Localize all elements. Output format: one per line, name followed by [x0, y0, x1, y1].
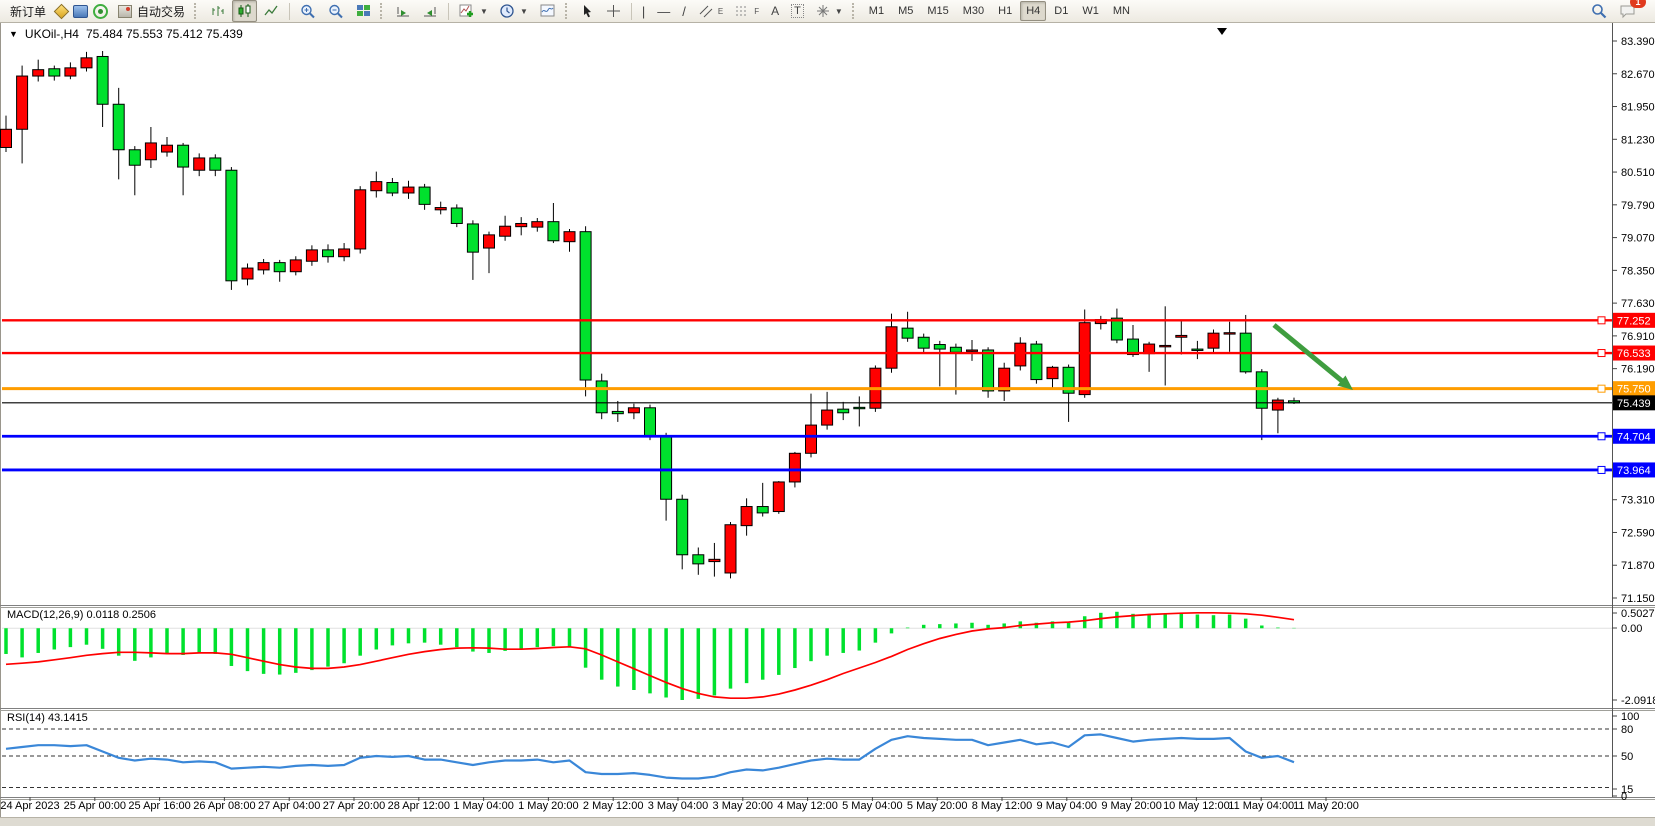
svg-text:79.070: 79.070 — [1621, 233, 1655, 245]
rsi-label: RSI(14) 43.1415 — [7, 712, 88, 724]
svg-text:0.5027: 0.5027 — [1621, 608, 1655, 620]
svg-text:10 May 12:00: 10 May 12:00 — [1163, 800, 1230, 812]
svg-text:11 May 04:00: 11 May 04:00 — [1228, 800, 1294, 812]
svg-text:-2.0918: -2.0918 — [1621, 695, 1655, 707]
svg-text:75.439: 75.439 — [1617, 398, 1651, 410]
macd-label: MACD(12,26,9) 0.0118 0.2506 — [7, 609, 156, 621]
svg-text:24 Apr 2023: 24 Apr 2023 — [0, 800, 59, 812]
rsi-pane: 1008050150 — [2, 711, 1639, 803]
svg-text:11 May 20:00: 11 May 20:00 — [1293, 800, 1359, 812]
svg-text:5 May 20:00: 5 May 20:00 — [907, 800, 968, 812]
svg-text:76.910: 76.910 — [1621, 331, 1655, 343]
svg-text:2 May 12:00: 2 May 12:00 — [583, 800, 644, 812]
hline-handle — [1598, 350, 1605, 357]
svg-text:80: 80 — [1621, 724, 1633, 736]
hline-handle — [1598, 317, 1605, 324]
svg-text:28 Apr 12:00: 28 Apr 12:00 — [388, 800, 450, 812]
svg-text:81.950: 81.950 — [1621, 102, 1655, 114]
chart-title: ▼ UKOil-,H4 75.484 75.553 75.412 75.439 — [9, 27, 243, 41]
chart-dropdown-icon[interactable]: ▼ — [9, 29, 18, 39]
svg-text:78.350: 78.350 — [1621, 265, 1655, 277]
svg-text:50: 50 — [1621, 751, 1633, 763]
macd-pane: 0.5027 0.00 -2.0918 — [2, 608, 1655, 707]
svg-text:0.00: 0.00 — [1621, 623, 1642, 635]
svg-text:8 May 12:00: 8 May 12:00 — [972, 800, 1033, 812]
chart-ohlc-values: 75.484 75.553 75.412 75.439 — [86, 27, 243, 41]
svg-text:75.750: 75.750 — [1617, 384, 1651, 396]
window-bottom-border — [0, 817, 1655, 826]
hline-handle — [1598, 433, 1605, 440]
svg-text:82.670: 82.670 — [1621, 69, 1655, 81]
svg-text:1 May 04:00: 1 May 04:00 — [453, 800, 514, 812]
svg-text:74.704: 74.704 — [1617, 431, 1651, 443]
svg-text:5 May 04:00: 5 May 04:00 — [842, 800, 903, 812]
trend-arrow — [1274, 325, 1353, 390]
svg-text:25 Apr 00:00: 25 Apr 00:00 — [64, 800, 126, 812]
svg-text:77.252: 77.252 — [1617, 315, 1651, 327]
svg-text:81.230: 81.230 — [1621, 134, 1655, 146]
svg-text:71.870: 71.870 — [1621, 560, 1655, 572]
svg-text:27 Apr 20:00: 27 Apr 20:00 — [323, 800, 385, 812]
svg-text:3 May 04:00: 3 May 04:00 — [648, 800, 709, 812]
svg-text:100: 100 — [1621, 711, 1639, 723]
svg-text:4 May 12:00: 4 May 12:00 — [777, 800, 838, 812]
hline-handle — [1598, 385, 1605, 392]
time-axis: 24 Apr 2023 25 Apr 00:0025 Apr 16:0026 Ap… — [0, 797, 1359, 812]
svg-text:26 Apr 08:00: 26 Apr 08:00 — [193, 800, 255, 812]
svg-text:76.190: 76.190 — [1621, 364, 1655, 376]
end-marker — [1217, 28, 1227, 35]
mt4-window: 新订单 自动交易 ▼ ▼ | — / E F A T — [0, 0, 1655, 826]
svg-text:77.630: 77.630 — [1621, 298, 1655, 310]
svg-text:76.533: 76.533 — [1617, 348, 1651, 360]
chart-canvas[interactable]: 83.390 82.670 81.950 81.230 80.510 79.790 79.0… — [0, 0, 1655, 826]
svg-text:72.590: 72.590 — [1621, 527, 1655, 539]
svg-text:3 May 20:00: 3 May 20:00 — [713, 800, 774, 812]
svg-text:0: 0 — [1621, 791, 1627, 803]
price-axis: 83.390 82.670 81.950 81.230 80.510 79.790 79.0… — [1612, 36, 1655, 605]
svg-text:25 Apr 16:00: 25 Apr 16:00 — [128, 800, 190, 812]
svg-text:9 May 04:00: 9 May 04:00 — [1037, 800, 1098, 812]
svg-text:79.790: 79.790 — [1621, 200, 1655, 212]
candles — [1, 51, 1300, 578]
chart-symbol-label: UKOil-,H4 — [25, 27, 79, 41]
hline-handle — [1598, 466, 1605, 473]
svg-text:71.150: 71.150 — [1621, 593, 1655, 605]
svg-text:73.310: 73.310 — [1621, 495, 1655, 507]
svg-text:80.510: 80.510 — [1621, 167, 1655, 179]
svg-text:9 May 20:00: 9 May 20:00 — [1101, 800, 1162, 812]
svg-text:73.964: 73.964 — [1617, 465, 1651, 477]
svg-text:27 Apr 04:00: 27 Apr 04:00 — [258, 800, 320, 812]
svg-text:83.390: 83.390 — [1621, 36, 1655, 48]
svg-text:1 May 20:00: 1 May 20:00 — [518, 800, 579, 812]
